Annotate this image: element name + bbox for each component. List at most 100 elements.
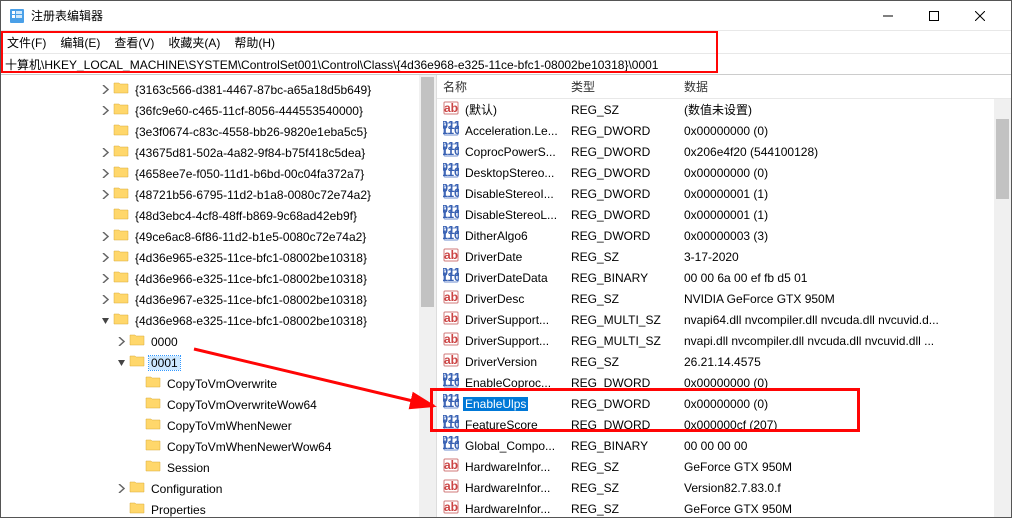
- list-item[interactable]: (默认)REG_SZ(数值未设置): [437, 99, 1011, 120]
- chevron-right-icon[interactable]: [113, 484, 129, 493]
- chevron-right-icon[interactable]: [97, 148, 113, 157]
- list-item[interactable]: CoprocPowerS...REG_DWORD0x206e4f20 (5441…: [437, 141, 1011, 162]
- value-data: GeForce GTX 950M: [678, 502, 1011, 516]
- value-list-panel[interactable]: 名称 类型 数据 (默认)REG_SZ(数值未设置)Acceleration.L…: [437, 75, 1011, 517]
- value-type: REG_DWORD: [565, 229, 678, 243]
- value-data: nvapi.dll nvcompiler.dll nvcuda.dll nvcu…: [678, 334, 1011, 348]
- binary-value-icon: [443, 205, 459, 224]
- tree-panel[interactable]: {3163c566-d381-4467-87bc-a65a18d5b649}{3…: [1, 75, 437, 517]
- tree-item[interactable]: {36fc9e60-c465-11cf-8056-444553540000}: [1, 100, 436, 121]
- tree-item[interactable]: {4d36e968-e325-11ce-bfc1-08002be10318}: [1, 310, 436, 331]
- folder-icon: [145, 437, 165, 456]
- list-item[interactable]: DriverSupport...REG_MULTI_SZnvapi.dll nv…: [437, 330, 1011, 351]
- chevron-down-icon[interactable]: [113, 358, 129, 367]
- tree-item[interactable]: 0000: [1, 331, 436, 352]
- menu-file[interactable]: 文件(F): [7, 34, 46, 51]
- list-scrollbar[interactable]: [994, 99, 1011, 517]
- column-type[interactable]: 类型: [565, 78, 678, 95]
- list-item[interactable]: Acceleration.Le...REG_DWORD0x00000000 (0…: [437, 120, 1011, 141]
- tree-item-label: {4d36e967-e325-11ce-bfc1-08002be10318}: [133, 293, 369, 307]
- string-value-icon: [443, 499, 459, 517]
- value-name: FeatureScore: [463, 418, 540, 432]
- tree-item[interactable]: Properties: [1, 499, 436, 517]
- menu-view[interactable]: 查看(V): [114, 34, 154, 51]
- list-item[interactable]: HardwareInfor...REG_SZVersion82.7.83.0.f: [437, 477, 1011, 498]
- column-data[interactable]: 数据: [678, 78, 1011, 95]
- address-input[interactable]: [5, 57, 1007, 71]
- list-item[interactable]: DisableStereoI...REG_DWORD0x00000001 (1): [437, 183, 1011, 204]
- tree-item[interactable]: {48d3ebc4-4cf8-48ff-b869-9c68ad42eb9f}: [1, 205, 436, 226]
- value-data: nvapi64.dll nvcompiler.dll nvcuda.dll nv…: [678, 313, 1011, 327]
- list-item[interactable]: DesktopStereo...REG_DWORD0x00000000 (0): [437, 162, 1011, 183]
- tree-item[interactable]: {4d36e967-e325-11ce-bfc1-08002be10318}: [1, 289, 436, 310]
- chevron-right-icon[interactable]: [97, 169, 113, 178]
- menu-help[interactable]: 帮助(H): [234, 34, 275, 51]
- close-button[interactable]: [957, 1, 1003, 31]
- folder-icon: [113, 248, 133, 267]
- value-name: CoprocPowerS...: [463, 145, 558, 159]
- tree-item[interactable]: {4d36e965-e325-11ce-bfc1-08002be10318}: [1, 247, 436, 268]
- chevron-right-icon[interactable]: [97, 190, 113, 199]
- list-item[interactable]: FeatureScoreREG_DWORD0x000000cf (207): [437, 414, 1011, 435]
- list-item[interactable]: HardwareInfor...REG_SZGeForce GTX 950M: [437, 498, 1011, 517]
- chevron-right-icon[interactable]: [113, 337, 129, 346]
- folder-icon: [113, 185, 133, 204]
- tree-item[interactable]: {4d36e966-e325-11ce-bfc1-08002be10318}: [1, 268, 436, 289]
- tree-item-label: {43675d81-502a-4a82-9f84-b75f418c5dea}: [133, 146, 367, 160]
- value-type: REG_SZ: [565, 292, 678, 306]
- tree-item[interactable]: {3163c566-d381-4467-87bc-a65a18d5b649}: [1, 79, 436, 100]
- chevron-right-icon[interactable]: [97, 295, 113, 304]
- scrollbar-thumb[interactable]: [421, 77, 434, 307]
- list-header: 名称 类型 数据: [437, 75, 1011, 99]
- list-item[interactable]: DisableStereoL...REG_DWORD0x00000001 (1): [437, 204, 1011, 225]
- tree-item[interactable]: {49ce6ac8-6f86-11d2-b1e5-0080c72e74a2}: [1, 226, 436, 247]
- tree-item[interactable]: {4658ee7e-f050-11d1-b6bd-00c04fa372a7}: [1, 163, 436, 184]
- tree-item[interactable]: {43675d81-502a-4a82-9f84-b75f418c5dea}: [1, 142, 436, 163]
- tree-item[interactable]: CopyToVmWhenNewer: [1, 415, 436, 436]
- chevron-down-icon[interactable]: [97, 316, 113, 325]
- address-bar: [1, 53, 1011, 75]
- tree-item[interactable]: 0001: [1, 352, 436, 373]
- string-value-icon: [443, 478, 459, 497]
- chevron-right-icon[interactable]: [97, 106, 113, 115]
- list-item[interactable]: DitherAlgo6REG_DWORD0x00000003 (3): [437, 225, 1011, 246]
- list-item[interactable]: EnableUlpsREG_DWORD0x00000000 (0): [437, 393, 1011, 414]
- value-name: DriverDateData: [463, 271, 550, 285]
- value-type: REG_DWORD: [565, 376, 678, 390]
- chevron-right-icon[interactable]: [97, 85, 113, 94]
- chevron-right-icon[interactable]: [97, 274, 113, 283]
- list-item[interactable]: DriverDateREG_SZ3-17-2020: [437, 246, 1011, 267]
- scrollbar-thumb[interactable]: [996, 119, 1009, 199]
- list-item[interactable]: EnableCoproc...REG_DWORD0x00000000 (0): [437, 372, 1011, 393]
- list-item[interactable]: DriverVersionREG_SZ26.21.14.4575: [437, 351, 1011, 372]
- tree-item-label: Configuration: [149, 482, 224, 496]
- column-name[interactable]: 名称: [437, 78, 565, 95]
- tree-scrollbar[interactable]: [419, 75, 436, 517]
- tree-item[interactable]: CopyToVmOverwrite: [1, 373, 436, 394]
- string-value-icon: [443, 352, 459, 371]
- minimize-button[interactable]: [865, 1, 911, 31]
- string-value-icon: [443, 457, 459, 476]
- tree-item[interactable]: Configuration: [1, 478, 436, 499]
- value-name: EnableCoproc...: [463, 376, 553, 390]
- maximize-button[interactable]: [911, 1, 957, 31]
- list-item[interactable]: DriverSupport...REG_MULTI_SZnvapi64.dll …: [437, 309, 1011, 330]
- tree-item[interactable]: Session: [1, 457, 436, 478]
- menu-edit[interactable]: 编辑(E): [60, 34, 100, 51]
- value-name: DriverDesc: [463, 292, 526, 306]
- list-item[interactable]: Global_Compo...REG_BINARY00 00 00 00: [437, 435, 1011, 456]
- tree-item-label: {4658ee7e-f050-11d1-b6bd-00c04fa372a7}: [133, 167, 366, 181]
- tree-item[interactable]: CopyToVmWhenNewerWow64: [1, 436, 436, 457]
- menu-favorites[interactable]: 收藏夹(A): [168, 34, 220, 51]
- tree-item[interactable]: CopyToVmOverwriteWow64: [1, 394, 436, 415]
- chevron-right-icon[interactable]: [97, 253, 113, 262]
- list-item[interactable]: DriverDescREG_SZNVIDIA GeForce GTX 950M: [437, 288, 1011, 309]
- chevron-right-icon[interactable]: [97, 232, 113, 241]
- value-data: 00 00 6a 00 ef fb d5 01: [678, 271, 1011, 285]
- value-type: REG_DWORD: [565, 187, 678, 201]
- tree-item[interactable]: {3e3f0674-c83c-4558-bb26-9820e1eba5c5}: [1, 121, 436, 142]
- value-data: 0x00000000 (0): [678, 166, 1011, 180]
- tree-item[interactable]: {48721b56-6795-11d2-b1a8-0080c72e74a2}: [1, 184, 436, 205]
- list-item[interactable]: DriverDateDataREG_BINARY00 00 6a 00 ef f…: [437, 267, 1011, 288]
- list-item[interactable]: HardwareInfor...REG_SZGeForce GTX 950M: [437, 456, 1011, 477]
